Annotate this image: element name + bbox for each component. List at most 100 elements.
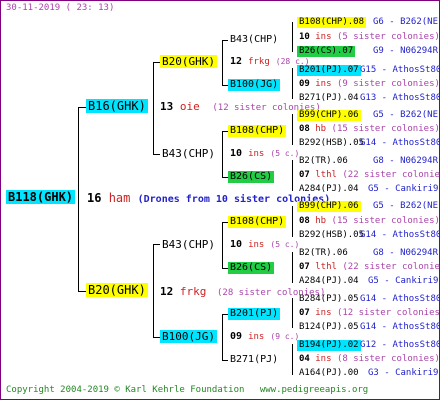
connector: [222, 40, 223, 86]
count: 07: [299, 262, 310, 272]
g4-ref: G8 - N06294R: [373, 248, 439, 258]
note: (12 sister colonies): [336, 308, 440, 318]
g4-count-line: 07 lthl (22 sister colonies): [299, 263, 440, 272]
connector: [153, 244, 160, 245]
great-grandmother-node[interactable]: B108(CHP): [228, 125, 287, 137]
note: (5 c.): [270, 149, 300, 158]
unit: hb: [315, 216, 327, 226]
g4-ref: G12 - AthosSt80R: [360, 340, 440, 350]
great-grandmother-node[interactable]: B271(PJ): [228, 354, 280, 366]
grandmother-node[interactable]: B20(GHK): [160, 55, 217, 68]
queen-mother[interactable]: B16(GHK): [86, 99, 148, 113]
great-grandmother-node[interactable]: B26(CS): [228, 262, 275, 274]
g4-node[interactable]: B26(CS).07: [297, 46, 356, 57]
g4-count-line: 07 lthl (22 sister colonies): [299, 171, 440, 180]
unit: ins: [248, 240, 265, 250]
count: 04: [299, 354, 310, 364]
note: (15 sister colonies): [331, 216, 440, 226]
note: (22 sister colonies): [342, 262, 440, 272]
grandmother-node[interactable]: B100(JG): [160, 330, 217, 343]
connector: [78, 291, 86, 292]
connector: [153, 62, 160, 63]
g4-node[interactable]: B2(TR).06: [299, 249, 348, 258]
connector: [153, 337, 160, 338]
note: (5 sister colonies): [336, 32, 440, 42]
g4-node[interactable]: B194(PJ).02: [297, 340, 361, 351]
g4-ref: G5 - Cankiri97Q: [368, 276, 440, 286]
g4-node[interactable]: A164(PJ).00: [299, 369, 359, 378]
g4-count-line: 10 ins (5 sister colonies): [299, 33, 440, 42]
connector: [153, 244, 154, 338]
unit: ins: [248, 149, 265, 159]
g4-ref: G5 - B262(NE): [373, 110, 440, 120]
g4-node[interactable]: B292(HSB).05: [299, 231, 364, 240]
copyright-text: Copyright 2004-2019 © Karl Kehrle Founda…: [6, 385, 245, 395]
count: 12: [160, 285, 174, 298]
g4-id: B194(PJ).02: [299, 340, 359, 350]
great-grandmother-node[interactable]: B26(CS): [228, 171, 275, 183]
g4-ref: G8 - N06294R: [373, 156, 439, 166]
count: 07: [299, 308, 310, 318]
g4-id: B201(PJ).07: [299, 65, 359, 75]
great-grandmother-node[interactable]: B43(CHP): [228, 34, 280, 46]
date-header: 30-11-2019 ( 23: 13): [6, 3, 115, 13]
g4-id: B26(CS).07: [299, 46, 354, 56]
count: 10: [299, 32, 310, 42]
g4-node[interactable]: B201(PJ).07: [297, 65, 361, 76]
g4-count-line: 08 hb (15 sister colonies): [299, 125, 440, 134]
g4-node[interactable]: A284(PJ).04: [299, 277, 359, 286]
great-grandmother-node[interactable]: B201(PJ): [228, 308, 281, 320]
g4-count-line: 09 ins (9 sister colonies): [299, 80, 440, 89]
count: 08: [299, 124, 310, 134]
grandmother-node[interactable]: B43(CHP): [160, 238, 217, 251]
drone-count-line: 10 ins (5 c.): [230, 149, 299, 159]
g4-ref: G6 - B262(NE): [373, 17, 440, 27]
unit: oie: [179, 100, 200, 113]
unit: hb: [315, 124, 327, 134]
g4-node[interactable]: B292(HSB).05: [299, 139, 364, 148]
connector: [222, 314, 223, 361]
connector: [292, 22, 293, 52]
g4-id: B99(CHP).06: [299, 201, 359, 211]
count: 08: [299, 216, 310, 226]
unit: lthl: [315, 262, 337, 272]
connector: [222, 222, 223, 269]
note: (8 sister colonies): [336, 354, 440, 364]
website-link[interactable]: www.pedigreeapis.org: [260, 385, 368, 395]
drone-mother[interactable]: B20(GHK): [86, 283, 148, 297]
g4-node[interactable]: B124(PJ).05: [299, 323, 359, 332]
g4-id: B108(CHP).08: [299, 17, 365, 27]
pedigree-page: 30-11-2019 ( 23: 13) Copyright 2004-2019…: [0, 0, 440, 400]
drone-count-line: 09 ins (9 c.): [230, 332, 299, 342]
g4-ref: G3 - Cankiri97Q: [368, 368, 440, 378]
g4-node[interactable]: B271(PJ).04: [299, 94, 359, 103]
connector: [292, 298, 293, 328]
unit: ins: [315, 32, 332, 42]
unit: ins: [315, 354, 332, 364]
g4-node[interactable]: B99(CHP).06: [297, 201, 361, 212]
root-queen[interactable]: B118(GHK): [6, 190, 76, 204]
g4-ref: G14 - AthosSt80R: [360, 294, 440, 304]
connector: [78, 107, 86, 108]
grandmother-node[interactable]: B43(CHP): [160, 147, 217, 160]
unit: ins: [248, 332, 265, 342]
g4-node[interactable]: B284(PJ).05: [299, 295, 359, 304]
g4-node[interactable]: B99(CHP).06: [297, 110, 361, 121]
connector: [292, 114, 293, 145]
g4-node[interactable]: A284(PJ).04: [299, 185, 359, 194]
note: (9 c.): [270, 332, 300, 341]
g4-count-line: 08 hb (15 sister colonies): [299, 217, 440, 226]
g4-ref: G13 - AthosSt80R: [360, 93, 440, 103]
great-grandmother-node[interactable]: B100(JG): [228, 79, 281, 91]
g4-node[interactable]: B2(TR).06: [299, 157, 348, 166]
count: 07: [299, 170, 310, 180]
unit: frkg: [248, 57, 270, 67]
connector: [292, 252, 293, 283]
count: 09: [299, 79, 310, 89]
g4-node[interactable]: B108(CHP).08: [297, 17, 367, 28]
g4-ref: G9 - N06294R: [373, 46, 439, 56]
connector: [153, 154, 160, 155]
unit: ins: [315, 308, 332, 318]
note: (22 sister colonies): [342, 170, 440, 180]
great-grandmother-node[interactable]: B108(CHP): [228, 216, 287, 228]
